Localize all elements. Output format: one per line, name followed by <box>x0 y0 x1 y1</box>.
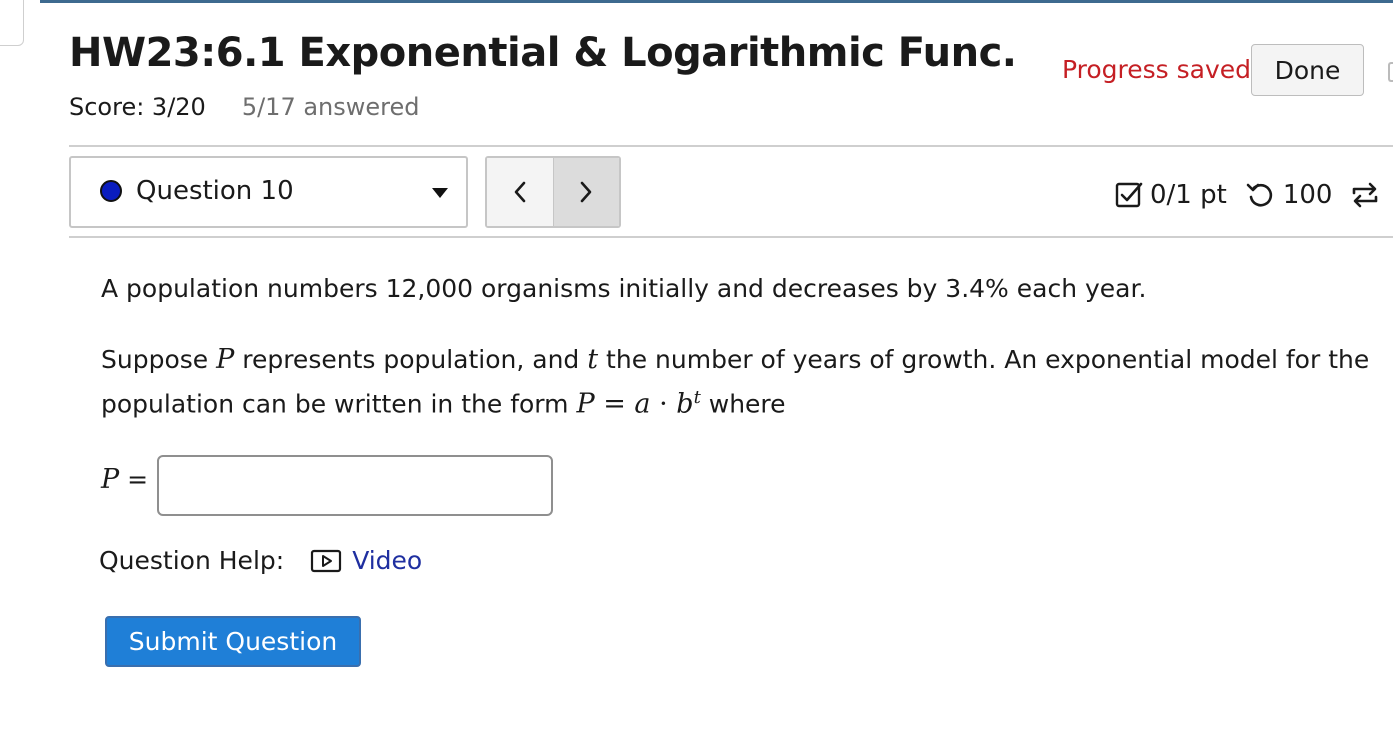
question-intro: A population numbers 12,000 organisms in… <box>101 274 1147 303</box>
math-variable-p: P <box>216 344 235 375</box>
video-icon[interactable] <box>310 549 342 573</box>
equation-b: b <box>676 388 694 420</box>
points-score: 0/1 pt <box>1150 180 1227 210</box>
progress-status: Progress saved <box>1062 55 1252 84</box>
caret-down-icon <box>432 188 448 198</box>
submit-question-button[interactable]: Submit Question <box>105 616 361 667</box>
question-select[interactable]: Question 10 <box>69 156 468 228</box>
video-link[interactable]: Video <box>352 546 422 575</box>
answer-input[interactable] <box>157 455 553 516</box>
question-status-dot <box>100 180 122 202</box>
prompt-text: where <box>700 389 786 419</box>
top-accent-bar <box>40 0 1393 3</box>
next-question-button[interactable] <box>552 158 619 226</box>
assignment-title: HW23:6.1 Exponential & Logarithmic Func. <box>69 30 1017 76</box>
prompt-text: represents population, and <box>234 345 588 374</box>
equation-a: a <box>634 388 651 420</box>
side-panel-tab[interactable] <box>0 0 24 46</box>
score-text: Score: 3/20 <box>69 93 206 121</box>
attempts-remaining: 100 <box>1282 180 1333 210</box>
previous-question-button[interactable] <box>487 158 553 226</box>
equation-exponent-t: t <box>693 387 701 408</box>
answer-label: P = <box>101 464 148 495</box>
equation-dot: · <box>650 388 677 420</box>
answered-count: 5/17 answered <box>241 93 420 121</box>
overflow-menu-edge[interactable] <box>1388 62 1393 82</box>
chevron-right-icon <box>580 181 592 203</box>
header-divider <box>69 145 1393 147</box>
math-variable-t: t <box>587 344 599 375</box>
retry-icon <box>1246 183 1272 207</box>
question-select-label: Question 10 <box>136 176 294 206</box>
score-summary: Score: 3/20 5/17 answered <box>69 93 420 121</box>
question-help: Question Help: Video <box>99 546 422 575</box>
question-nav <box>485 156 621 228</box>
question-header-divider <box>69 236 1393 238</box>
equation-equals: = <box>594 388 635 420</box>
points-bar: 0/1 pt 100 <box>1114 177 1380 213</box>
prompt-text: Suppose <box>101 345 217 374</box>
question-help-label: Question Help: <box>99 546 285 575</box>
reshuffle-icon[interactable] <box>1350 180 1380 210</box>
checkbox-icon <box>1115 182 1143 208</box>
equation-p: P <box>576 388 595 420</box>
question-prompt: Suppose P represents population, and t t… <box>101 341 1391 423</box>
done-button[interactable]: Done <box>1251 44 1364 96</box>
answer-variable: P <box>101 464 120 495</box>
chevron-left-icon <box>514 181 526 203</box>
answer-equals: = <box>119 465 149 494</box>
